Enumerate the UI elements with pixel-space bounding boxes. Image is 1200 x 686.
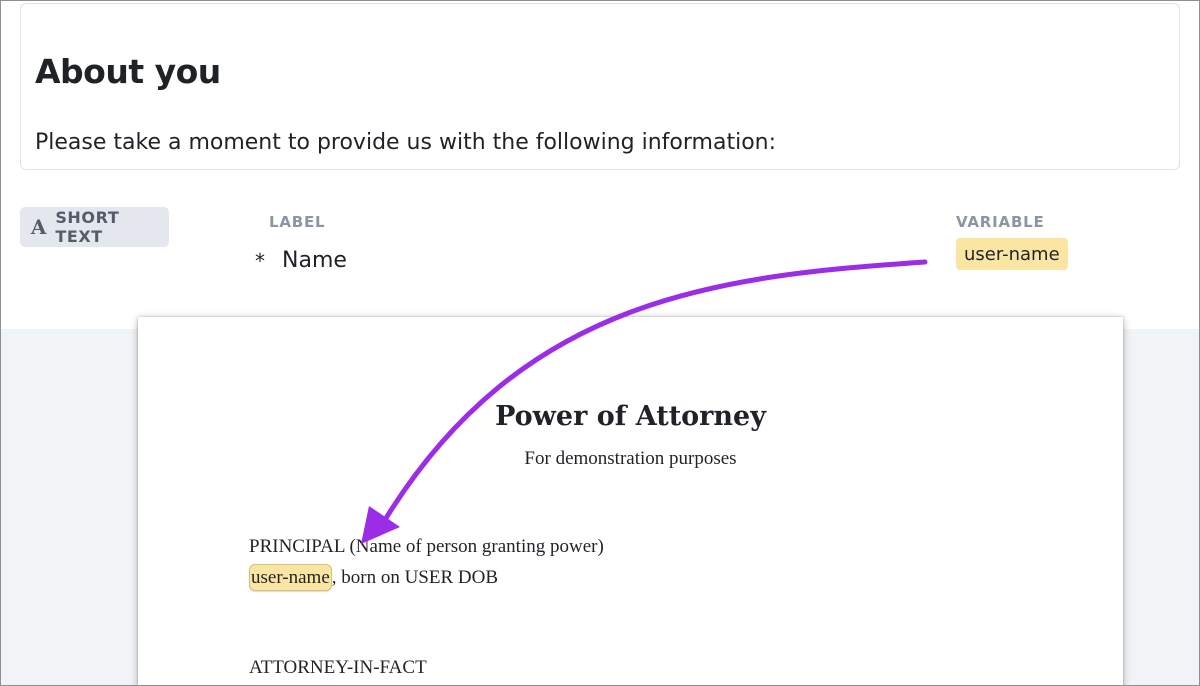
field-type-badge[interactable]: A SHORT TEXT xyxy=(20,207,169,247)
field-type-label: SHORT TEXT xyxy=(55,208,120,246)
document-page: Power of Attorney For demonstration purp… xyxy=(138,317,1123,685)
variable-chip[interactable]: user-name xyxy=(956,238,1068,270)
app-frame: About you Please take a moment to provid… xyxy=(0,0,1200,686)
principal-heading: PRINCIPAL (Name of person granting power… xyxy=(249,536,604,557)
variable-column-header: VARIABLE xyxy=(956,213,1045,231)
document-subtitle: For demonstration purposes xyxy=(524,448,737,469)
label-column-header: LABEL xyxy=(269,213,326,231)
document-title: Power of Attorney xyxy=(495,401,766,432)
principal-line: user-name, born on USER DOB xyxy=(249,564,499,591)
document-variable-user-name[interactable]: user-name xyxy=(249,564,332,591)
required-marker: * xyxy=(255,249,265,273)
field-label[interactable]: Name xyxy=(282,248,347,273)
section-intro-card: About you Please take a moment to provid… xyxy=(20,3,1180,170)
attorney-heading: ATTORNEY-IN-FACT xyxy=(249,657,427,678)
section-title: About you xyxy=(35,52,221,91)
section-description: Please take a moment to provide us with … xyxy=(35,130,777,155)
principal-line-suffix: , born on USER DOB xyxy=(331,567,499,588)
text-type-icon: A xyxy=(30,215,47,239)
